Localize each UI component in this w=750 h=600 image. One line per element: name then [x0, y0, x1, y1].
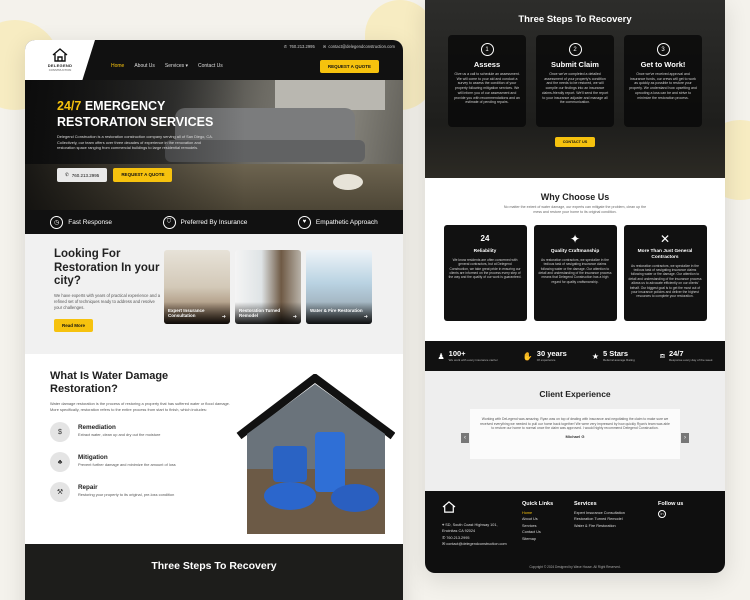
arrow-right-icon: ➜ [221, 314, 226, 320]
craftsman-icon: ✦ [569, 232, 581, 246]
restoration-city-section: Looking For Restoration In your city? We… [25, 234, 403, 354]
page-mockup-top: ✆ 760.213.2995 ✉ contact@delegendconstruct… [25, 40, 403, 600]
section-desc: We have experts with years of practical … [54, 292, 161, 310]
testimonial-card: Working with DeLegend was amazing. Ryan … [470, 409, 680, 459]
step-card-assess: 1 Assess Give us a call to schedule an a… [448, 35, 526, 127]
stats-strip: ♟ 100+ We work with every insurance carrie… [425, 341, 725, 371]
service-card-remodel[interactable]: Restoration Turned Remodel ➜ [235, 250, 301, 324]
mail-icon: ✉ [322, 43, 327, 49]
mitigation-icon: ♣ [50, 452, 70, 473]
stat-experience: ✋ 30 years Of experience [522, 349, 567, 363]
dollar-icon: $ [50, 422, 70, 443]
main-nav: DELEGEND CONSTRUCTION Home About Us Serv… [25, 40, 403, 80]
stat-carriers: ♟ 100+ We work with every insurance carrie… [437, 349, 498, 363]
arrow-right-icon: ➜ [292, 314, 297, 320]
why-card-reliability: 24 Reliability We know residents are oft… [443, 225, 527, 321]
stat-rating: ★ 5 Stars Referral average Rating [591, 349, 635, 363]
service-card-water-fire[interactable]: Water & Fire Restoration ➜ [306, 250, 372, 324]
step-card-work: 3 Get to Work! Once we've received appro… [624, 35, 702, 127]
nav-item-contact[interactable]: Contact Us [198, 63, 223, 69]
arrow-right-icon: ➜ [363, 314, 368, 320]
footer-follow: Follow us in [658, 501, 684, 518]
clock-icon: ◷ [50, 215, 64, 229]
read-more-button[interactable]: Read More [54, 318, 94, 332]
contact-us-button[interactable]: CONTACT US [554, 137, 596, 147]
people-icon: ♟ [437, 351, 445, 361]
why-choose-us-section: Why Choose Us No matter the extent of wa… [425, 178, 725, 341]
nav-item-services[interactable]: Services ▾ [165, 63, 188, 69]
tools-icon: ⚒ [50, 482, 70, 503]
why-card-craftmanship: ✦ Quality Craftmanship As restoration co… [533, 225, 617, 321]
carousel-next-button[interactable]: › [681, 433, 689, 443]
section-title: What Is Water Damage Restoration? [50, 370, 169, 395]
footer-link-sitemap[interactable]: Sitemap [522, 536, 574, 543]
request-quote-button[interactable]: REQUEST A QUOTE [319, 60, 379, 73]
house-logo-icon [52, 48, 68, 62]
feature-insurance: ⛉ Preferred By Insurance [162, 215, 247, 229]
section-title: Three Steps To Recovery [151, 560, 277, 572]
hero-bg-table [333, 174, 363, 190]
step-card-claim: 2 Submit Claim Once we've completed a de… [536, 35, 614, 127]
house-shaped-photo [236, 374, 395, 534]
hero-banner: 24/7 EMERGENCY RESTORATION SERVICES Dele… [25, 80, 403, 210]
client-experience-section: Client Experience ‹ Working with DeLegen… [425, 371, 725, 491]
phone-icon: ✆ [65, 172, 69, 177]
heart-hand-icon: ♥ [297, 215, 311, 229]
testimonial-author: Michael G [565, 434, 585, 440]
section-title: Client Experience [539, 389, 611, 399]
footer-quick-links: Quick Links Home About Us Services Conta… [522, 501, 574, 573]
24-hours-icon: 24 [480, 234, 490, 243]
nav-item-home[interactable]: Home [111, 63, 124, 69]
water-damage-section: What Is Water Damage Restoration? Water … [25, 354, 403, 544]
nav-item-about[interactable]: About Us [134, 63, 155, 69]
three-steps-section: Three Steps To Recovery 1 Assess Give us… [425, 0, 725, 178]
footer-contact: ⌖ SD, South Coast Highway 101, Encinitas… [442, 501, 510, 573]
step-number: 2 [568, 43, 582, 56]
hero-description: Delegend Construction is a restoration c… [57, 134, 213, 151]
topbar-email[interactable]: ✉ contact@delegendconstruction.com [323, 44, 395, 49]
carousel-prev-button[interactable]: ‹ [461, 433, 469, 443]
section-title: Why Choose Us [540, 192, 610, 202]
section-title: Looking For Restoration In your city? [54, 248, 160, 287]
footer-services: Services Expert Insurance Consultation R… [574, 501, 650, 573]
service-label: Water & Fire Restoration [306, 302, 372, 324]
testimonial-text: Working with DeLegend was amazing. Ryan … [480, 417, 670, 431]
section-intro: Water damage restoration is the process … [50, 401, 230, 412]
feature-fast-response: ◷ Fast Response [50, 215, 112, 229]
page-mockup-bottom: Three Steps To Recovery 1 Assess Give us… [425, 0, 725, 573]
tools-icon: ✕ [659, 232, 671, 246]
step-number: 3 [656, 43, 670, 56]
hero-title: 24/7 EMERGENCY RESTORATION SERVICES [57, 99, 214, 129]
feature-empathy: ♥ Empathetic Approach [297, 215, 378, 229]
copyright: Copyright © 2024 Designed by Wave House.… [529, 565, 621, 569]
hero-quote-button[interactable]: REQUEST A QUOTE [113, 168, 173, 182]
star-icon: ★ [591, 351, 599, 361]
footer-service-link[interactable]: Water & Fire Restoration [574, 523, 650, 530]
linkedin-icon[interactable]: in [658, 509, 666, 518]
house-logo-icon [442, 501, 456, 513]
brand-sub: CONSTRUCTION [48, 68, 72, 72]
feature-strip: ◷ Fast Response ⛉ Preferred By Insurance ♥… [25, 210, 403, 234]
hand-icon: ✋ [522, 351, 533, 361]
shield-icon: ⛉ [162, 215, 176, 229]
service-card-insurance[interactable]: Expert Insurance Consultation ➜ [164, 250, 230, 324]
section-subtitle: No matter the extent of water damage, ou… [503, 205, 647, 214]
calendar-icon: ⧈ [659, 351, 665, 360]
hero-bg-window [275, 80, 385, 110]
service-label: Restoration Turned Remodel [235, 302, 301, 324]
service-label: Expert Insurance Consultation [164, 302, 230, 324]
footer-address: ⌖ SD, South Coast Highway 101, Encinitas… [442, 522, 498, 534]
stat-response: ⧈ 24/7 Response every day of the week [659, 349, 713, 363]
why-card-contractors: ✕ More Than Just General Contractors As … [623, 225, 707, 321]
three-steps-preview: Three Steps To Recovery [25, 544, 403, 600]
topbar-phone[interactable]: ✆ 760.213.2995 [284, 44, 315, 49]
logo[interactable]: DELEGEND CONSTRUCTION [25, 40, 95, 80]
footer-email[interactable]: ✉ contact@delegendconstruction.com [442, 541, 510, 548]
site-footer: ⌖ SD, South Coast Highway 101, Encinitas… [425, 491, 725, 573]
step-number: 1 [480, 43, 494, 56]
call-button[interactable]: ✆ 760.213.2995 [57, 168, 108, 182]
section-title: Three Steps To Recovery [518, 14, 632, 25]
phone-icon: ✆ [283, 43, 288, 49]
